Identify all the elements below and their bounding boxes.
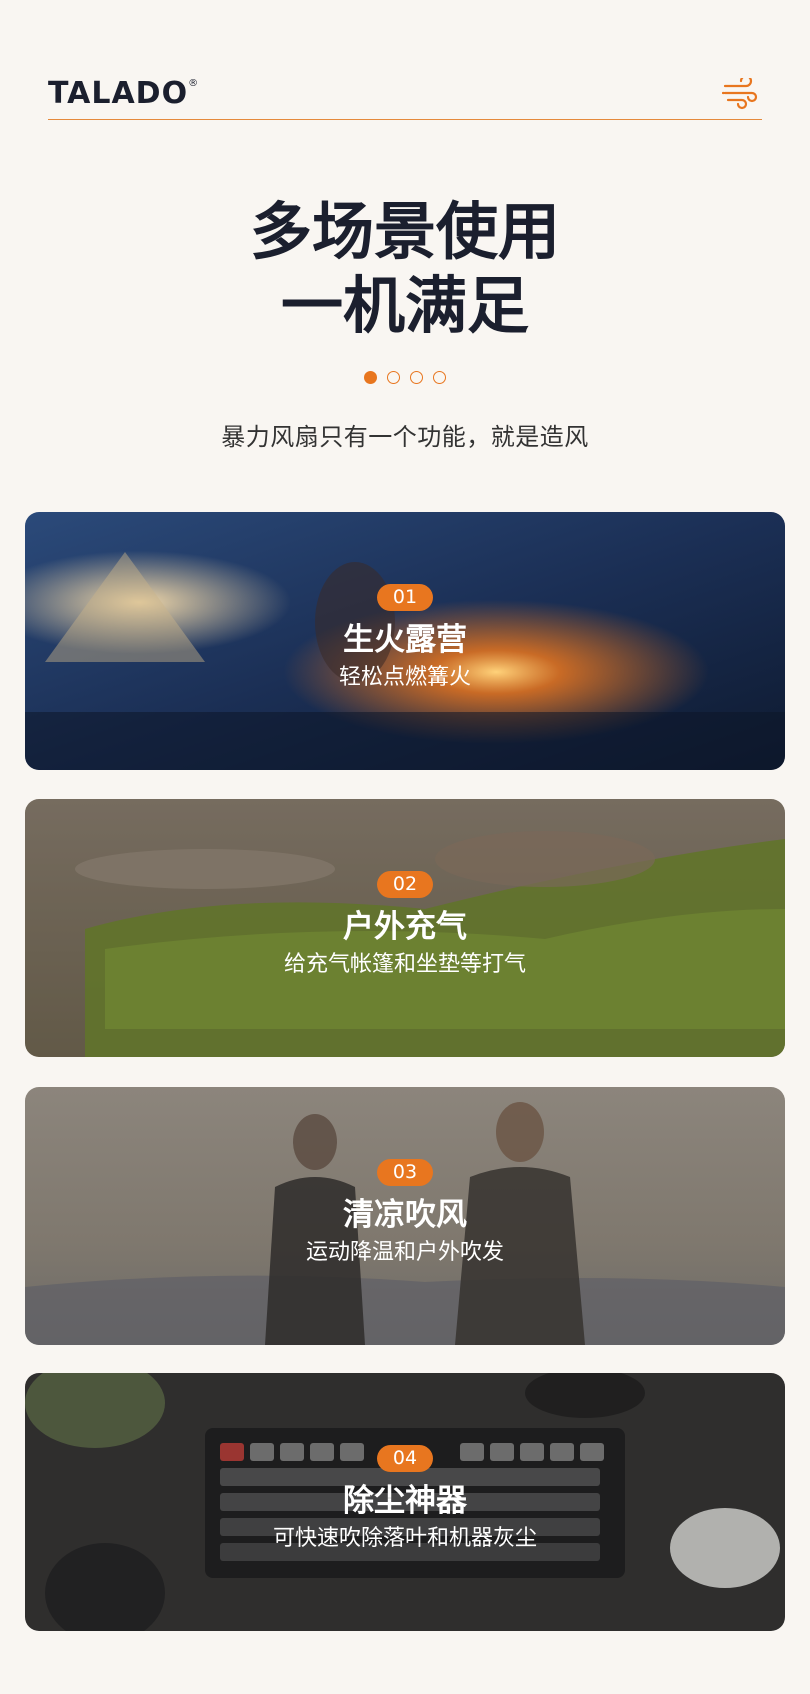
card-number-badge: 01	[377, 584, 433, 611]
headline-line-1: 多场景使用	[249, 195, 560, 268]
pagination-dot-1[interactable]	[364, 371, 377, 384]
card-description: 给充气帐篷和坐垫等打气	[283, 952, 526, 977]
pagination-dot-2[interactable]	[387, 371, 400, 384]
header: TALADO®	[48, 70, 762, 120]
pagination-dot-3[interactable]	[410, 371, 423, 384]
card-title: 户外充气	[343, 909, 467, 945]
brand-logo[interactable]: TALADO®	[48, 76, 199, 111]
pagination-dots	[0, 371, 810, 384]
card-number-badge: 02	[377, 871, 433, 898]
wind-icon[interactable]	[722, 78, 758, 110]
brand-name: TALADO	[48, 76, 189, 111]
card-content: 04 除尘神器 可快速吹除落叶和机器灰尘	[25, 1373, 785, 1631]
scenario-card-dust[interactable]: 04 除尘神器 可快速吹除落叶和机器灰尘	[25, 1373, 785, 1631]
pagination-dot-4[interactable]	[433, 371, 446, 384]
scenario-card-cooling[interactable]: 03 清凉吹风 运动降温和户外吹发	[25, 1087, 785, 1345]
card-description: 轻松点燃篝火	[338, 665, 471, 690]
card-title: 清凉吹风	[343, 1197, 467, 1233]
card-content: 03 清凉吹风 运动降温和户外吹发	[25, 1087, 785, 1345]
card-content: 02 户外充气 给充气帐篷和坐垫等打气	[25, 799, 785, 1057]
scenario-card-inflate[interactable]: 02 户外充气 给充气帐篷和坐垫等打气	[25, 799, 785, 1057]
card-title: 生火露营	[343, 622, 467, 658]
card-title: 除尘神器	[343, 1483, 467, 1519]
page-title: 多场景使用 一机满足	[0, 195, 810, 343]
page: TALADO® 多场景使用 一机满足 暴力风扇只有一个功能，就是造风 01 生火…	[0, 0, 810, 1694]
card-description: 运动降温和户外吹发	[305, 1240, 504, 1265]
scenario-card-camping[interactable]: 01 生火露营 轻松点燃篝火	[25, 512, 785, 770]
card-number-badge: 03	[377, 1159, 433, 1186]
card-content: 01 生火露营 轻松点燃篝火	[25, 512, 785, 770]
subtitle: 暴力风扇只有一个功能，就是造风	[221, 423, 589, 451]
card-description: 可快速吹除落叶和机器灰尘	[272, 1526, 537, 1551]
headline-line-2: 一机满足	[280, 269, 529, 342]
card-number-badge: 04	[377, 1445, 433, 1472]
registered-mark: ®	[188, 78, 200, 89]
